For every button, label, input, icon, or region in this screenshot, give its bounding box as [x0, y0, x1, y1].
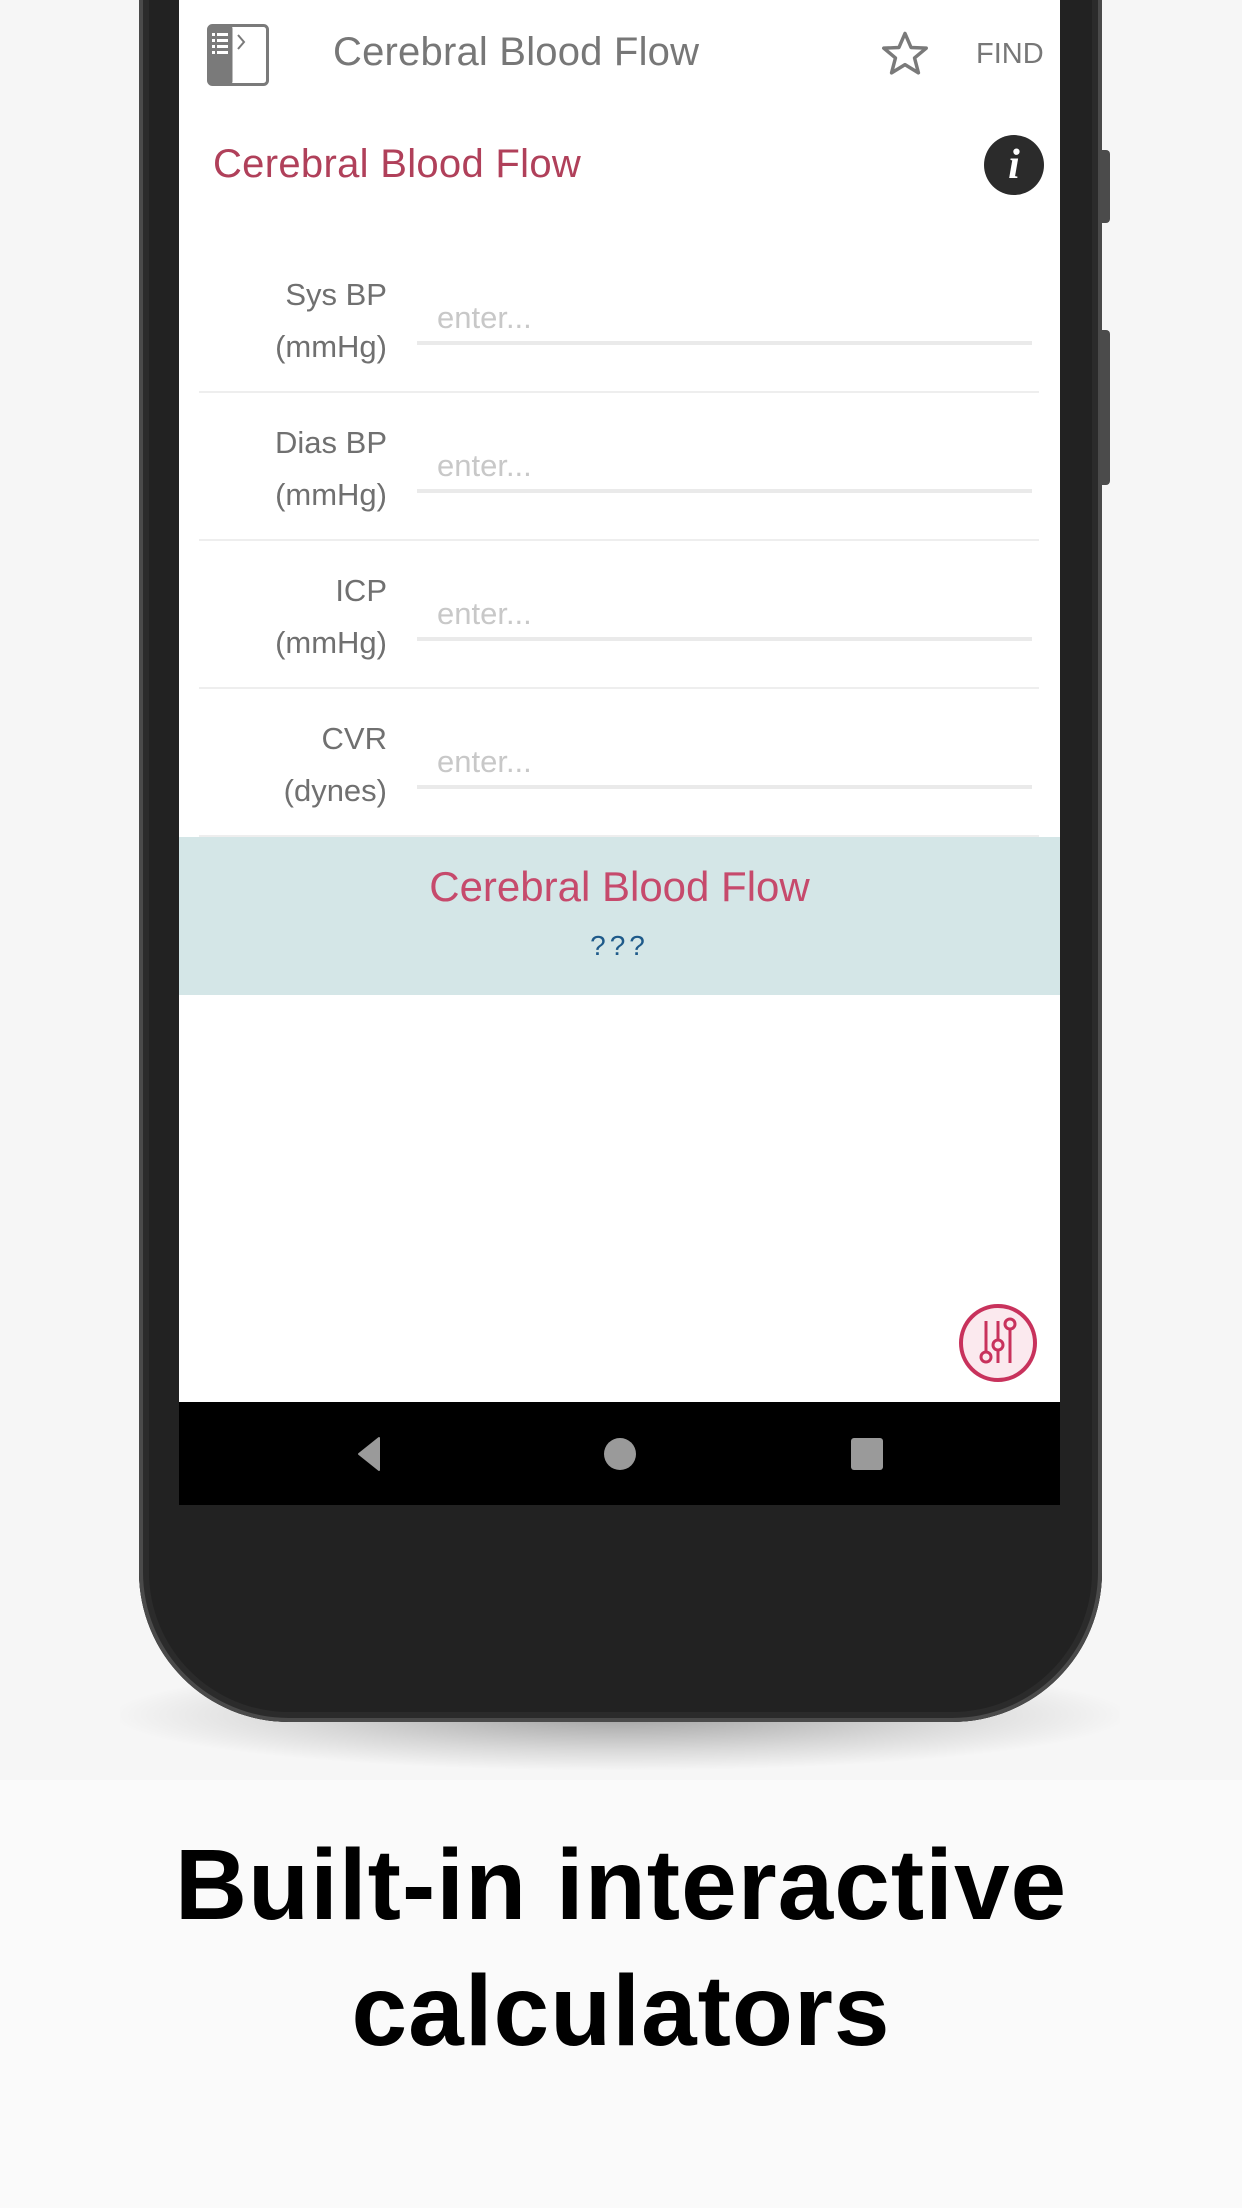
- field-label: ICP (mmHg): [275, 565, 387, 669]
- dias-bp-input[interactable]: [417, 443, 1032, 493]
- promo-caption: Built-in interactive calculators: [0, 1780, 1242, 2208]
- input-row-dias-bp: Dias BP (mmHg): [199, 393, 1039, 541]
- label-name: Sys BP: [285, 277, 387, 312]
- field-label: CVR (dynes): [284, 713, 387, 817]
- app-screen: Cerebral Blood Flow FIND Cerebral Blood …: [179, 0, 1060, 1402]
- field-label: Sys BP (mmHg): [275, 269, 387, 373]
- favorite-star-icon[interactable]: [879, 28, 931, 80]
- cvr-input[interactable]: [417, 739, 1032, 789]
- label-name: Dias BP: [275, 425, 387, 460]
- label-unit: (mmHg): [275, 477, 387, 512]
- label-name: ICP: [335, 573, 387, 608]
- label-unit: (mmHg): [275, 329, 387, 364]
- result-panel: Cerebral Blood Flow ???: [179, 837, 1060, 995]
- power-button: [1100, 150, 1110, 223]
- caption-heading: Built-in interactive calculators: [0, 1822, 1242, 2074]
- sliders-icon[interactable]: [958, 1303, 1038, 1383]
- sys-bp-input[interactable]: [417, 295, 1032, 345]
- calculator-title: Cerebral Blood Flow: [213, 142, 582, 186]
- drawer-toggle-icon[interactable]: [207, 24, 269, 86]
- caption-line-2: calculators: [351, 1955, 891, 2067]
- app-title: Cerebral Blood Flow: [333, 30, 700, 74]
- label-unit: (mmHg): [275, 625, 387, 660]
- info-icon[interactable]: i: [984, 135, 1044, 195]
- result-label: Cerebral Blood Flow: [429, 863, 810, 910]
- volume-button: [1100, 330, 1110, 485]
- nav-back-icon[interactable]: [345, 1432, 389, 1476]
- nav-home-icon[interactable]: [598, 1432, 642, 1476]
- icp-input[interactable]: [417, 591, 1032, 641]
- toolbar: Cerebral Blood Flow FIND: [179, 0, 1060, 112]
- find-button[interactable]: FIND: [976, 38, 1044, 71]
- label-unit: (dynes): [283, 773, 387, 808]
- input-list: Sys BP (mmHg) Dias BP (mmHg) ICP (mmHg) …: [199, 245, 1039, 837]
- result-value: ???: [590, 930, 649, 961]
- caption-line-1: Built-in interactive: [174, 1829, 1068, 1941]
- label-name: CVR: [321, 721, 387, 756]
- nav-recents-icon[interactable]: [845, 1432, 889, 1476]
- system-nav-bar: [179, 1402, 1060, 1505]
- input-row-sys-bp: Sys BP (mmHg): [199, 245, 1039, 393]
- field-label: Dias BP (mmHg): [275, 417, 387, 521]
- input-row-icp: ICP (mmHg): [199, 541, 1039, 689]
- info-glyph: i: [1008, 142, 1020, 188]
- input-row-cvr: CVR (dynes): [199, 689, 1039, 837]
